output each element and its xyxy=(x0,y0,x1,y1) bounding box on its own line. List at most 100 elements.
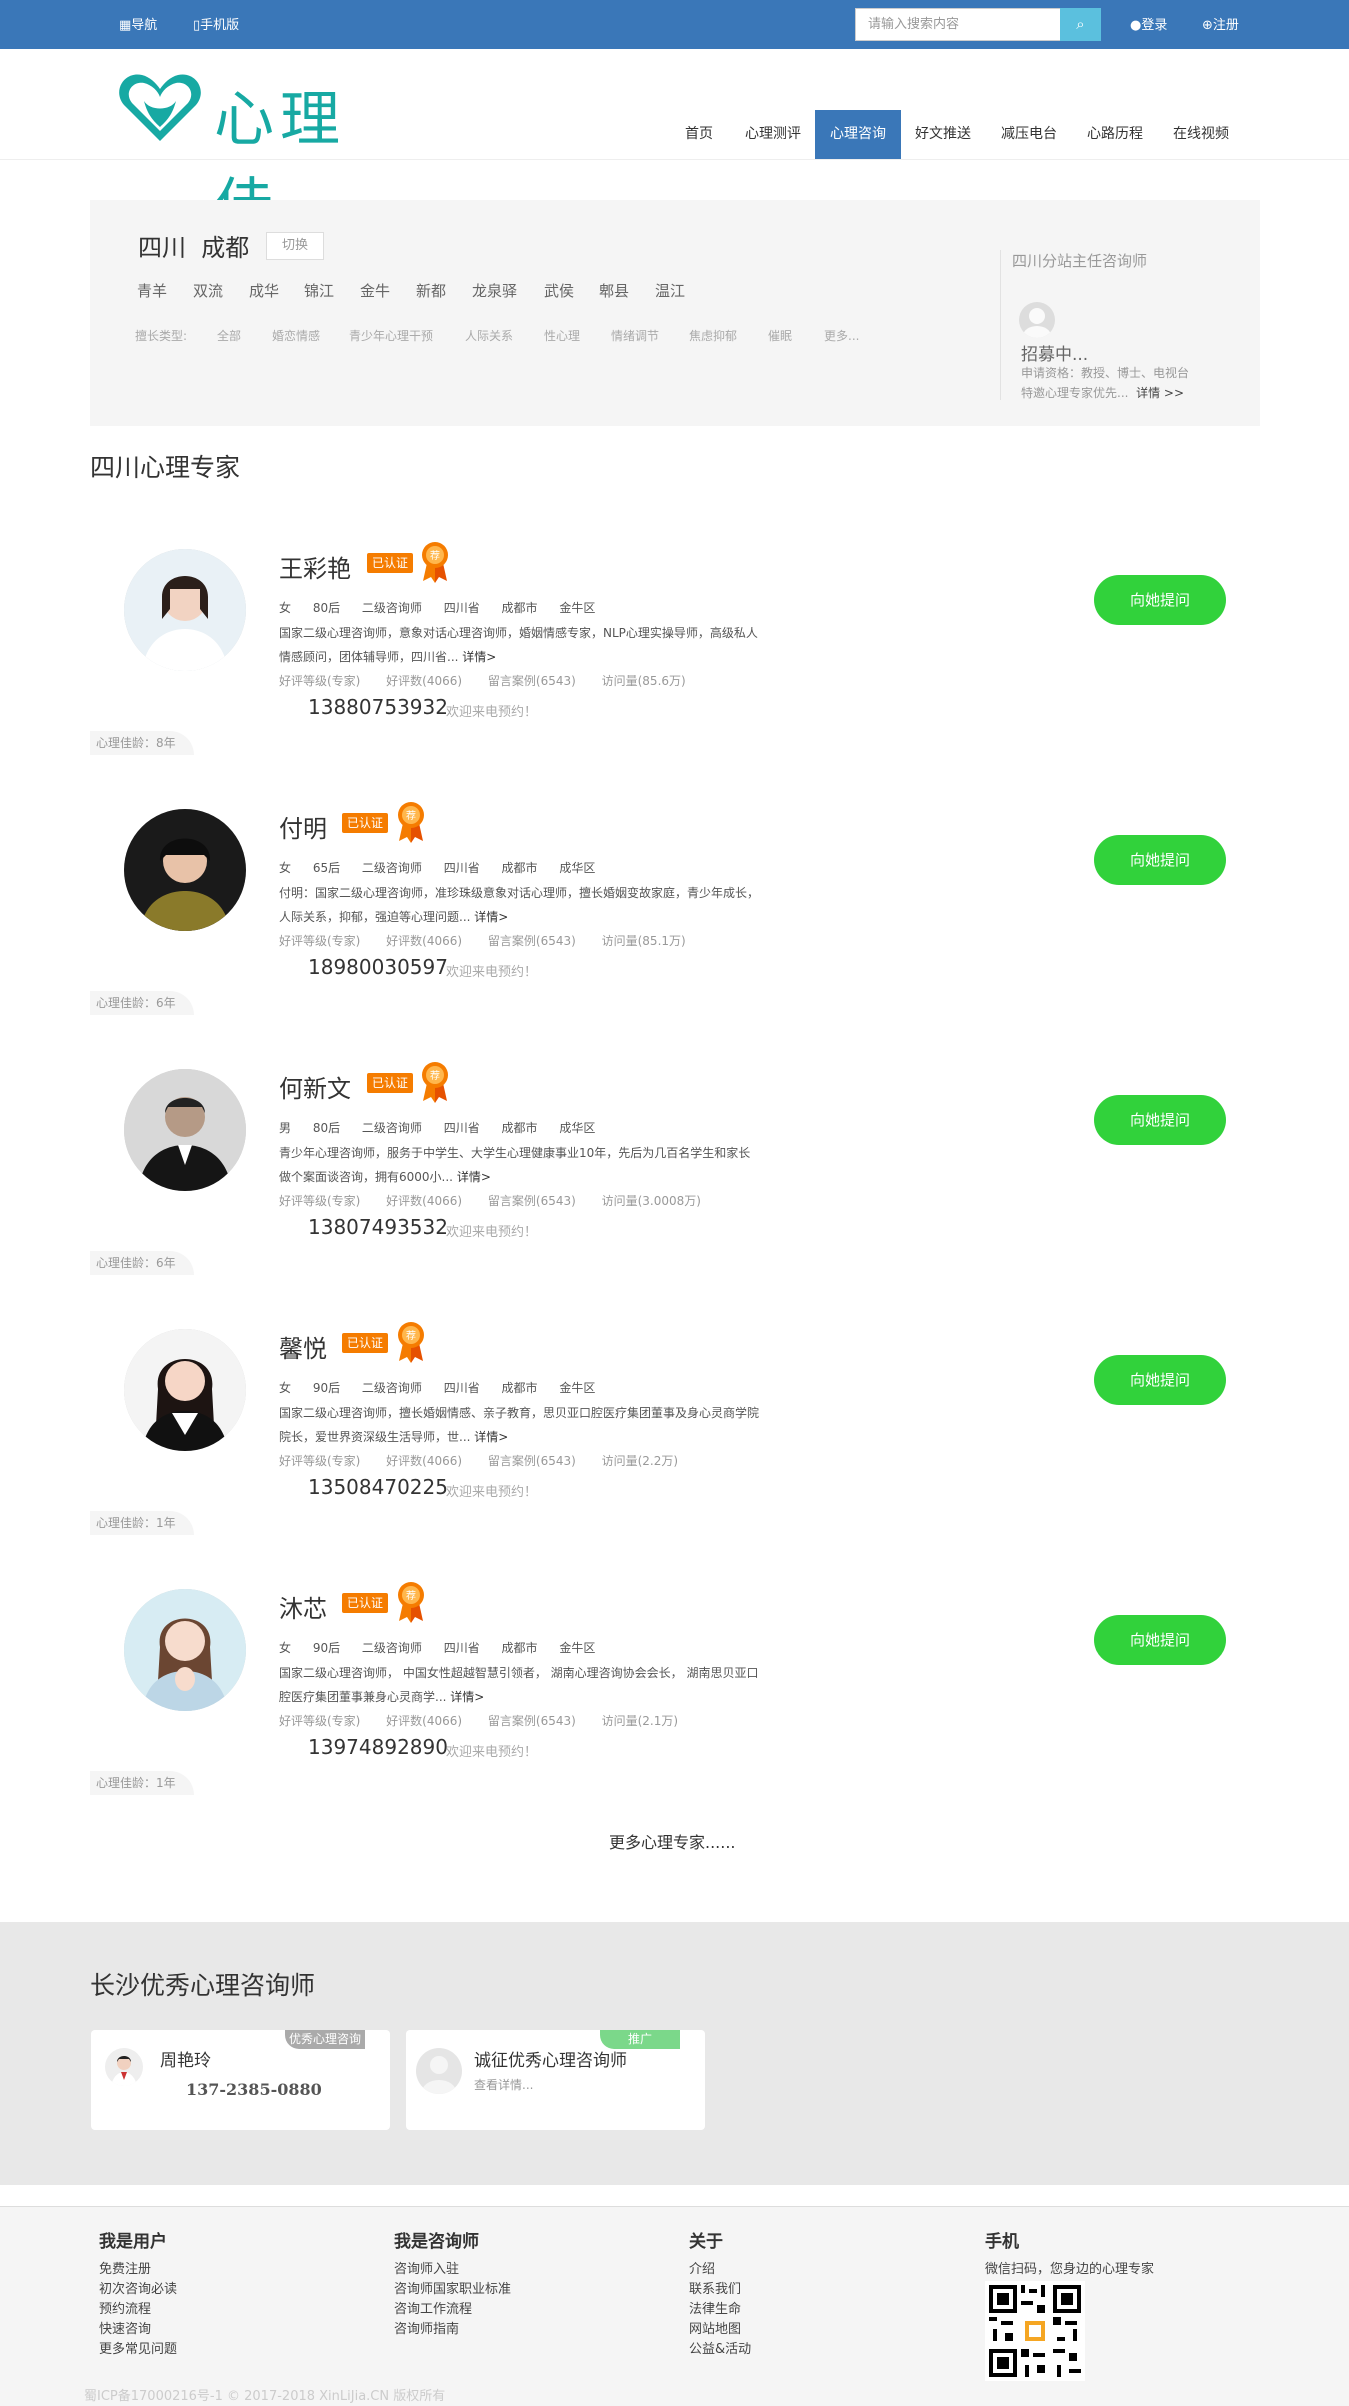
recommend-medal-icon: 荐 xyxy=(397,801,425,843)
details-link[interactable]: 详情> xyxy=(457,1170,491,1184)
switch-city-button[interactable]: 切换 xyxy=(266,232,324,260)
footer-col-about: 关于 介绍 联系我们 法律生命 网站地图 公益&活动 xyxy=(689,2227,751,2360)
ask-button[interactable]: 向她提问 xyxy=(1094,1615,1226,1665)
site-logo[interactable]: 心理佳 xyxy=(118,67,388,242)
category-relations[interactable]: 人际关系 xyxy=(465,327,513,344)
details-link[interactable]: 详情> xyxy=(474,1430,508,1444)
expert-stats: 好评等级(专家) 好评数(4066) 留言案例(6543) 访问量(85.1万) xyxy=(279,934,686,948)
expert-avatar[interactable] xyxy=(124,1069,246,1191)
ask-button[interactable]: 向她提问 xyxy=(1094,835,1226,885)
footer-link[interactable]: 网站地图 xyxy=(689,2320,751,2340)
footer-link[interactable]: 快速咨询 xyxy=(99,2320,177,2340)
details-link[interactable]: 详情> xyxy=(474,910,508,924)
director-details-link[interactable]: 详情 >> xyxy=(1136,386,1184,400)
counselor-name: 周艳玲 xyxy=(160,2051,211,2071)
counselor-card[interactable]: 优秀心理咨询师 周艳玲 137-2385-0880 xyxy=(91,2030,390,2130)
ask-button[interactable]: 向她提问 xyxy=(1094,1095,1226,1145)
expert-avatar[interactable] xyxy=(124,809,246,931)
expert-card: 沐芯 已认证 荐 女 90后 二级咨询师 四川省 成都市 金牛区 国家二级心理咨… xyxy=(0,1582,1349,1829)
category-more[interactable]: 更多... xyxy=(824,327,859,344)
expert-name[interactable]: 何新文 xyxy=(279,1069,351,1104)
register-link[interactable]: ⊕注册 xyxy=(1202,14,1239,33)
excellent-tag: 优秀心理咨询师 xyxy=(285,2030,365,2065)
expert-name[interactable]: 王彩艳 xyxy=(279,549,351,584)
category-all[interactable]: 全部 xyxy=(217,327,241,344)
ask-button[interactable]: 向她提问 xyxy=(1094,575,1226,625)
login-link[interactable]: ●登录 xyxy=(1130,14,1167,33)
welcome-text: 欢迎来电预约！ xyxy=(446,1485,538,1500)
footer-link[interactable]: 咨询师指南 xyxy=(394,2320,511,2340)
footer-link[interactable]: 公益&活动 xyxy=(689,2340,751,2360)
heart-logo-icon xyxy=(119,74,201,141)
nav-assessment[interactable]: 心理测评 xyxy=(740,110,806,159)
welcome-text: 欢迎来电预约！ xyxy=(446,965,538,980)
more-experts-link[interactable]: 更多心理专家...... xyxy=(609,1829,736,1853)
nav-radio[interactable]: 减压电台 xyxy=(993,110,1065,159)
expert-avatar[interactable] xyxy=(124,1589,246,1711)
placeholder-avatar xyxy=(416,2048,462,2094)
nav-video[interactable]: 在线视频 xyxy=(1165,110,1237,159)
district-shuangliu[interactable]: 双流 xyxy=(193,280,223,301)
footer-link[interactable]: 初次咨询必读 xyxy=(99,2280,177,2300)
category-anxiety[interactable]: 焦虑抑郁 xyxy=(689,327,737,344)
expert-intro: 国家二级心理咨询师，擅长婚姻情感、亲子教育，思贝亚口腔医疗集团董事及身心灵商学院… xyxy=(279,1406,760,1444)
expert-name[interactable]: 馨悦 xyxy=(279,1329,327,1364)
expert-avatar[interactable] xyxy=(124,1329,246,1451)
expert-card: 王彩艳 已认证 荐 女 80后 二级咨询师 四川省 成都市 金牛区 国家二级心理… xyxy=(0,542,1349,789)
nav-journey[interactable]: 心路历程 xyxy=(1079,110,1151,159)
expert-avatar[interactable] xyxy=(124,549,246,671)
ask-button[interactable]: 向她提问 xyxy=(1094,1355,1226,1405)
experience-tag: 心理佳龄：1年 xyxy=(90,1771,194,1795)
category-hypnosis[interactable]: 催眠 xyxy=(768,327,792,344)
footer-link[interactable]: 咨询师入驻 xyxy=(394,2260,511,2280)
view-details-link[interactable]: 查看详情... xyxy=(474,2076,533,2093)
recruit-card[interactable]: 推广 诚征优秀心理咨询师 查看详情... xyxy=(406,2030,705,2130)
certified-badge: 已认证 xyxy=(367,553,413,573)
footer-col-user: 我是用户 免费注册 初次咨询必读 预约流程 快速咨询 更多常见问题 xyxy=(99,2227,177,2360)
footer-link[interactable]: 预约流程 xyxy=(99,2300,177,2320)
footer-link[interactable]: 联系我们 xyxy=(689,2280,751,2300)
nav-home[interactable]: 首页 xyxy=(676,110,722,159)
category-emotion[interactable]: 情绪调节 xyxy=(611,327,659,344)
changsha-title: 长沙优秀心理咨询师 xyxy=(90,1971,316,2000)
district-wuhou[interactable]: 武侯 xyxy=(544,280,574,301)
footer-heading: 我是用户 xyxy=(99,2232,167,2252)
category-sex[interactable]: 性心理 xyxy=(544,327,580,344)
footer-link[interactable]: 法律生命 xyxy=(689,2300,751,2320)
district-pixian[interactable]: 郫县 xyxy=(599,280,629,301)
svg-text:荐: 荐 xyxy=(430,1070,440,1082)
footer-link[interactable]: 咨询师国家职业标准 xyxy=(394,2280,511,2300)
footer-link[interactable]: 免费注册 xyxy=(99,2260,177,2280)
expert-name[interactable]: 付明 xyxy=(279,809,327,844)
director-desc2: 特邀心理专家优先... 详情 >> xyxy=(1021,386,1185,400)
footer-link[interactable]: 咨询工作流程 xyxy=(394,2300,511,2320)
footer-heading: 我是咨询师 xyxy=(394,2232,479,2252)
category-youth[interactable]: 青少年心理干预 xyxy=(349,327,433,344)
district-xindu[interactable]: 新都 xyxy=(416,280,446,301)
footer-link[interactable]: 更多常见问题 xyxy=(99,2340,177,2360)
recommend-medal-icon: 荐 xyxy=(397,1581,425,1623)
district-jinniu[interactable]: 金牛 xyxy=(360,280,390,301)
nav-articles[interactable]: 好文推送 xyxy=(907,110,979,159)
district-jinjiang[interactable]: 锦江 xyxy=(304,280,334,301)
counselor-phone: 137-2385-0880 xyxy=(186,2080,322,2099)
district-qingyang[interactable]: 青羊 xyxy=(137,280,167,301)
expert-phone: 18980030597 xyxy=(308,955,448,979)
district-longquanyi[interactable]: 龙泉驿 xyxy=(472,280,517,301)
site-footer: 我是用户 免费注册 初次咨询必读 预约流程 快速咨询 更多常见问题 我是咨询师 … xyxy=(0,2206,1349,2406)
expert-phone: 13974892890 xyxy=(308,1735,448,1759)
expert-name[interactable]: 沐芯 xyxy=(279,1589,327,1624)
district-wenjiang[interactable]: 温江 xyxy=(655,280,685,301)
nav-menu-link[interactable]: ▦导航 xyxy=(119,14,157,33)
recommend-medal-icon: 荐 xyxy=(397,1321,425,1363)
category-marriage[interactable]: 婚恋情感 xyxy=(272,327,320,344)
nav-consultation[interactable]: 心理咨询 xyxy=(815,110,901,159)
mobile-version-link[interactable]: ▯手机版 xyxy=(193,14,239,33)
district-chenghua[interactable]: 成华 xyxy=(249,280,279,301)
search-button[interactable]: ⌕ xyxy=(1060,8,1101,41)
footer-link[interactable]: 介绍 xyxy=(689,2260,751,2280)
details-link[interactable]: 详情> xyxy=(462,650,496,664)
search-input[interactable]: 请输入搜索内容 xyxy=(855,8,1061,41)
expert-stats: 好评等级(专家) 好评数(4066) 留言案例(6543) 访问量(2.1万) xyxy=(279,1714,679,1728)
details-link[interactable]: 详情> xyxy=(450,1690,484,1704)
